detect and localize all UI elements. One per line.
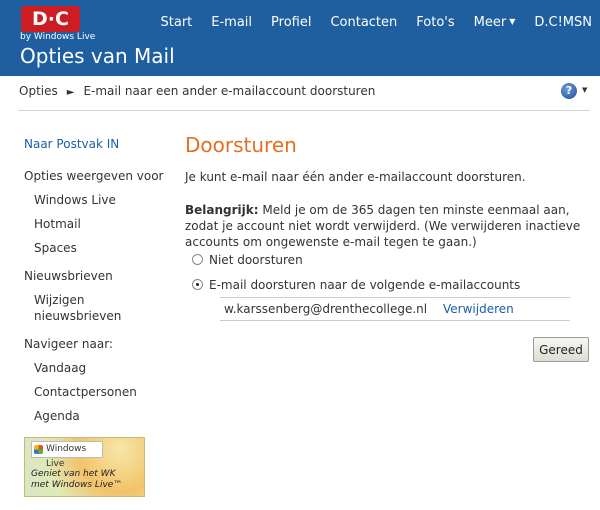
- sidebar-item-label-line2: nieuwsbrieven: [34, 309, 122, 323]
- radio-no-forward-label: Niet doorsturen: [209, 253, 303, 267]
- address-row-divider: [220, 297, 570, 298]
- breadcrumb-current: E-mail naar een ander e-mailaccount door…: [83, 84, 376, 98]
- nav-more-label: Meer: [473, 15, 507, 30]
- app-header: D·C by Windows Live Opties van Mail Star…: [0, 0, 600, 76]
- remove-link[interactable]: Verwijderen: [443, 302, 514, 316]
- byline-text: by Windows Live: [20, 32, 96, 42]
- breadcrumb: Opties ► E-mail naar een ander e-mailaccou…: [19, 84, 375, 98]
- dc-logo[interactable]: D·C: [21, 6, 80, 32]
- intro-text: Je kunt e-mail naar één ander e-mailacco…: [185, 170, 526, 184]
- sidebar-item-contacts[interactable]: Contactpersonen: [34, 385, 137, 399]
- breadcrumb-divider: [18, 110, 590, 111]
- radio-forward-label: E-mail doorsturen naar de volgende e-mai…: [209, 278, 521, 292]
- address-row-divider-bottom: [220, 320, 570, 321]
- important-label: Belangrijk:: [185, 203, 259, 217]
- top-navigation: Start E-mail Profiel Contacten Foto's Me…: [142, 15, 600, 30]
- important-notice: Belangrijk: Meld je om de 365 dagen ten …: [185, 202, 585, 250]
- sidebar-newsletters-heading: Nieuwsbrieven: [24, 269, 113, 283]
- sidebar-item-change-newsletters[interactable]: Wijzigen nieuwsbrieven: [34, 293, 121, 323]
- nav-profile[interactable]: Profiel: [271, 15, 311, 30]
- breadcrumb-root[interactable]: Opties: [19, 84, 58, 98]
- windows-live-logo: Windows Live: [31, 441, 103, 469]
- radio-button[interactable]: [192, 254, 203, 265]
- page-title: Doorsturen: [185, 133, 297, 157]
- forward-address: w.karssenberg@drenthecollege.nl: [224, 302, 428, 316]
- nav-more[interactable]: Meer ▼: [474, 15, 516, 30]
- sidebar-options-heading: Opties weergeven voor: [24, 169, 164, 183]
- nav-email[interactable]: E-mail: [211, 15, 252, 30]
- promo-line-2: met Windows Live™: [31, 480, 123, 490]
- nav-start[interactable]: Start: [161, 15, 193, 30]
- promo-line-1: Geniet van het WK: [31, 469, 116, 479]
- nav-account[interactable]: D.C!MSN: [534, 15, 592, 30]
- sidebar-item-hotmail[interactable]: Hotmail: [34, 217, 81, 231]
- radio-button-selected[interactable]: [192, 279, 203, 290]
- sidebar-item-calendar[interactable]: Agenda: [34, 409, 80, 423]
- help-chevron-down-icon[interactable]: ▼: [582, 86, 587, 94]
- sidebar-item-today[interactable]: Vandaag: [34, 361, 86, 375]
- radio-no-forward[interactable]: Niet doorsturen: [192, 253, 303, 267]
- done-button[interactable]: Gereed: [533, 337, 589, 362]
- help-icon[interactable]: ?: [561, 83, 577, 99]
- promo-text: Geniet van het WK met Windows Live™: [31, 469, 122, 491]
- radio-forward[interactable]: E-mail doorsturen naar de volgende e-mai…: [192, 278, 520, 292]
- app-title: Opties van Mail: [20, 44, 175, 68]
- sidebar-item-label-line1: Wijzigen: [34, 293, 85, 307]
- sidebar-item-windows-live[interactable]: Windows Live: [34, 193, 116, 207]
- nav-photos[interactable]: Foto's: [416, 15, 454, 30]
- windows-live-byline: by Windows Live: [20, 32, 95, 42]
- windows-live-promo-banner[interactable]: Windows Live Geniet van het WK met Windo…: [24, 437, 145, 497]
- sidebar-item-spaces[interactable]: Spaces: [34, 241, 77, 255]
- breadcrumb-arrow-icon: ►: [66, 87, 75, 98]
- sidebar-inbox-link[interactable]: Naar Postvak IN: [24, 137, 119, 151]
- nav-contacts[interactable]: Contacten: [330, 15, 397, 30]
- chevron-down-icon: ▼: [509, 17, 516, 26]
- sidebar-navigate-heading: Navigeer naar:: [24, 337, 113, 351]
